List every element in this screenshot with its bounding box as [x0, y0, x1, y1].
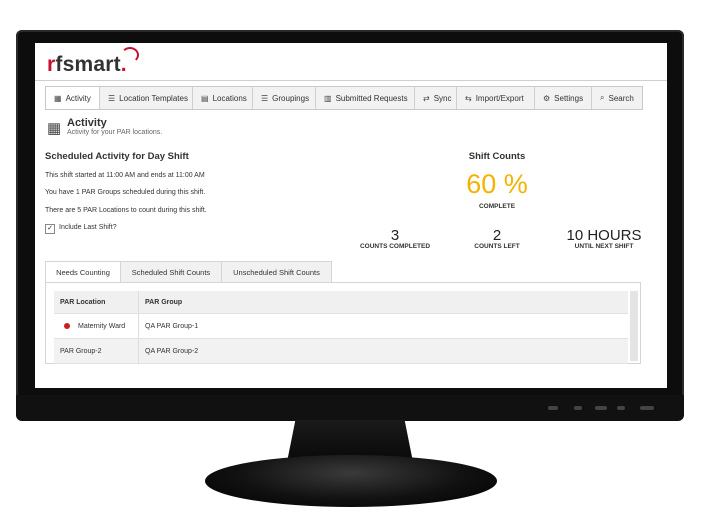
nav-submitted-requests[interactable]: ▥ Submitted Requests	[316, 87, 415, 109]
table-scrollbar[interactable]	[630, 291, 638, 361]
table-row[interactable]: Maternity Ward QA PAR Group-1	[54, 314, 628, 339]
gear-icon: ⚙	[543, 93, 551, 103]
par-groups-text: You have 1 PAR Groups scheduled during t…	[45, 189, 206, 196]
nav-sync[interactable]: ⇄ Sync	[415, 87, 457, 109]
signal-icon	[121, 47, 139, 63]
main-nav: ▦ Activity ☰ Location Templates ▤ Locations…	[45, 86, 643, 110]
header-divider	[35, 80, 667, 81]
nav-label: Submitted Requests	[335, 93, 408, 103]
par-location-cell: Maternity Ward	[54, 314, 139, 338]
page-title: Activity	[67, 117, 107, 129]
table-row[interactable]: PAR Group-2 QA PAR Group-2	[54, 339, 628, 364]
list-icon: ☰	[261, 93, 269, 103]
table-header: PAR Location PAR Group	[54, 291, 628, 314]
counts-tabs: Needs Counting Scheduled Shift Counts Un…	[45, 261, 332, 283]
sync-icon: ⇄	[423, 93, 430, 103]
calendar-icon: ▦	[47, 120, 62, 137]
list-icon: ☰	[108, 93, 116, 103]
monitor-base	[205, 455, 497, 507]
app-screen: rfsmart. ▦ Activity ☰ Location Templates ▤…	[35, 43, 667, 388]
monitor-button	[548, 406, 558, 410]
completion-percent: 60 %	[466, 169, 528, 199]
par-group-cell: QA PAR Group-2	[145, 347, 199, 355]
page-subtitle: Activity for your PAR locations.	[67, 129, 163, 136]
shift-counts-title: Shift Counts	[468, 151, 526, 162]
nav-locations[interactable]: ▤ Locations	[193, 87, 253, 109]
nav-label: Location Templates	[119, 93, 188, 103]
counts-left-label: COUNTS LEFT	[474, 243, 520, 250]
monitor-button	[574, 406, 582, 410]
par-location-cell: PAR Group-2	[54, 339, 139, 363]
rfsmart-logo[interactable]: rfsmart.	[47, 53, 127, 77]
nav-groupings[interactable]: ☰ Groupings	[253, 87, 316, 109]
nav-label: Settings	[554, 93, 584, 103]
nav-location-templates[interactable]: ☰ Location Templates	[100, 87, 193, 109]
nav-label: Activity	[65, 93, 91, 103]
tab-needs-counting[interactable]: Needs Counting	[45, 261, 121, 283]
column-header-par-location[interactable]: PAR Location	[54, 291, 139, 313]
par-table: PAR Location PAR Group Maternity Ward QA…	[54, 291, 628, 364]
tab-scheduled-shift-counts[interactable]: Scheduled Shift Counts	[121, 261, 222, 283]
counts-completed-label: COUNTS COMPLETED	[359, 243, 431, 250]
column-header-par-group[interactable]: PAR Group	[139, 291, 628, 313]
status-dot	[64, 323, 70, 329]
nav-label: Search	[608, 93, 634, 103]
hours-until-next-value: 10 HOURS	[566, 227, 642, 244]
nav-label: Import/Export	[475, 93, 524, 103]
logo-text: fsmart	[55, 53, 121, 76]
include-last-shift-label: Include Last Shift?	[59, 224, 117, 231]
search-icon: ⌕	[600, 93, 605, 102]
tab-unscheduled-shift-counts[interactable]: Unscheduled Shift Counts	[222, 261, 332, 283]
nav-activity[interactable]: ▦ Activity	[46, 87, 100, 109]
par-locations-text: There are 5 PAR Locations to count durin…	[45, 207, 207, 214]
nav-search[interactable]: ⌕ Search	[592, 87, 642, 109]
nav-import-export[interactable]: ⇆ Import/Export	[457, 87, 535, 109]
nav-label: Locations	[212, 93, 247, 103]
completion-label: COMPLETE	[478, 203, 516, 210]
nav-label: Sync	[433, 93, 452, 103]
document-icon: ▥	[324, 93, 332, 103]
counts-completed-value: 3	[390, 227, 400, 244]
counts-left-value: 2	[492, 227, 502, 244]
needs-counting-panel: PAR Location PAR Group Maternity Ward QA…	[45, 282, 641, 364]
monitor-power-button	[640, 406, 654, 410]
par-location-text: Maternity Ward	[78, 322, 126, 330]
nav-label: Groupings	[272, 93, 310, 103]
shift-time-text: This shift started at 11:00 AM and ends …	[45, 172, 205, 179]
par-group-cell: QA PAR Group-1	[145, 322, 199, 330]
nav-settings[interactable]: ⚙ Settings	[535, 87, 592, 109]
monitor-bottom-bezel	[16, 395, 684, 421]
include-last-shift-checkbox[interactable]: ✓	[45, 224, 55, 234]
calendar-icon: ▦	[54, 93, 62, 103]
monitor-button	[617, 406, 625, 410]
clipboard-icon: ▤	[201, 93, 209, 103]
monitor-button	[595, 406, 607, 410]
hours-until-next-label: UNTIL NEXT SHIFT	[574, 243, 634, 250]
transfer-icon: ⇆	[465, 93, 472, 103]
schedule-heading: Scheduled Activity for Day Shift	[45, 151, 189, 162]
